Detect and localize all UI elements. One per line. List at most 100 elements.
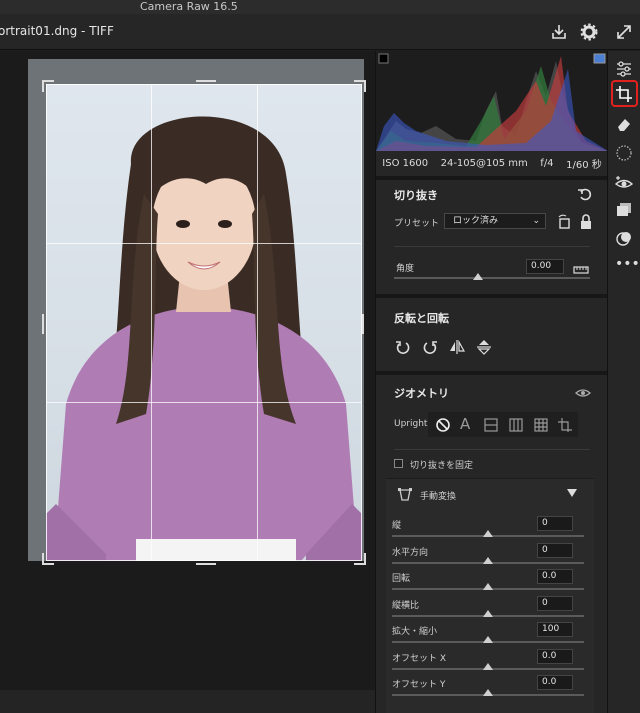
masking-eye-icon[interactable] <box>614 173 634 193</box>
photo-frame <box>28 59 366 565</box>
chevron-down-icon: ⌄ <box>532 216 540 226</box>
transform-slider-label: オフセット X <box>392 653 447 664</box>
upright-off-icon[interactable] <box>434 416 452 434</box>
angle-slider-knob[interactable] <box>473 273 483 280</box>
transform-slider-knob[interactable] <box>483 530 493 537</box>
exif-info: ISO 1600 24-105@105 mm f/4 1/60 秒 <box>376 151 608 176</box>
tool-strip: ••• <box>607 51 640 713</box>
transform-slider-knob[interactable] <box>483 583 493 590</box>
transform-value-field[interactable]: 0.0 <box>537 675 573 690</box>
constrain-crop-label: 切り抜きを固定 <box>410 461 474 471</box>
transform-slider-label: 縦横比 <box>392 600 420 611</box>
transform-slider-label: 縦 <box>392 521 402 531</box>
crop-handle-bottom[interactable] <box>196 563 216 565</box>
crop-grid-line <box>46 402 362 403</box>
transform-value-field[interactable]: 0.0 <box>537 569 573 584</box>
crop-grid-line <box>46 243 362 244</box>
angle-field[interactable]: 0.00 <box>526 259 564 274</box>
highlight-clipping-icon[interactable] <box>593 53 606 64</box>
crop-handle-bottom-left[interactable] <box>42 553 54 565</box>
exif-shutter: 1/60 秒 <box>566 160 602 171</box>
eraser-icon[interactable] <box>614 114 634 134</box>
gear-icon[interactable] <box>579 22 599 42</box>
flip-section-title: 反転と回転 <box>394 312 449 325</box>
transform-slider-label: 水平方向 <box>392 547 429 558</box>
edit-panel: ISO 1600 24-105@105 mm f/4 1/60 秒 切り抜き プ… <box>375 51 608 713</box>
exif-lens: 24-105@105 mm <box>440 158 528 169</box>
geometry-section-title: ジオメトリ <box>394 387 449 400</box>
divider <box>376 294 608 298</box>
exif-iso: ISO 1600 <box>382 158 429 169</box>
flip-vertical-icon[interactable] <box>475 338 493 356</box>
crop-grid-line <box>257 84 258 561</box>
eye-icon[interactable] <box>574 384 592 402</box>
transform-slider-knob[interactable] <box>483 662 493 670</box>
lock-icon[interactable] <box>577 213 595 231</box>
straighten-tool-icon[interactable] <box>572 259 590 277</box>
upright-guided-icon[interactable] <box>556 416 574 434</box>
divider <box>376 371 608 375</box>
upright-full-icon[interactable] <box>532 416 550 434</box>
crop-grid-line <box>151 84 152 561</box>
more-options-icon[interactable]: ••• <box>615 256 640 272</box>
manual-transform-panel: 手動変換 縦 0 水平方向 0 回転 0.0 縦横比 0 拡大・縮小 100 オフセット X 0.0 オ… <box>386 478 594 713</box>
rotate-right-icon[interactable] <box>421 338 439 356</box>
save-icon[interactable] <box>549 22 569 42</box>
shadow-clipping-icon[interactable] <box>378 53 389 64</box>
image-canvas[interactable] <box>0 51 375 713</box>
transform-value-field[interactable]: 0 <box>537 542 573 558</box>
angle-slider[interactable] <box>394 277 590 279</box>
presets-icon[interactable] <box>614 228 634 248</box>
crop-section-title: 切り抜き <box>394 189 438 202</box>
canvas-footer <box>0 690 375 713</box>
snapshots-icon[interactable] <box>614 200 634 220</box>
crop-tool-icon[interactable] <box>614 84 634 104</box>
rotate-crop-icon[interactable] <box>556 213 574 231</box>
collapse-arrow-icon[interactable] <box>567 489 577 497</box>
app-title: Camera Raw 16.5 <box>140 0 238 13</box>
transform-slider-knob[interactable] <box>483 556 493 564</box>
histogram <box>376 51 608 151</box>
exif-aperture: f/4 <box>540 158 554 169</box>
transform-slider-knob[interactable] <box>483 636 493 643</box>
transform-slider-knob[interactable] <box>483 689 493 696</box>
portrait-photo <box>46 84 362 561</box>
preset-value: ロック済み <box>453 216 499 226</box>
transform-slider-knob[interactable] <box>483 609 493 617</box>
transform-slider-label: 拡大・縮小 <box>392 627 438 637</box>
header: ortrait01.dng - TIFF <box>0 14 640 50</box>
crop-handle-bottom-right[interactable] <box>354 553 366 565</box>
angle-label: 角度 <box>396 264 415 274</box>
preset-select[interactable]: ロック済み ⌄ <box>444 213 546 229</box>
transform-value-field[interactable]: 100 <box>537 622 573 637</box>
divider <box>376 176 608 180</box>
transform-slider-label: オフセット Y <box>392 680 446 690</box>
upright-label: Upright <box>394 419 428 429</box>
reset-icon[interactable] <box>576 185 594 203</box>
crop-handle-top-right[interactable] <box>354 80 366 92</box>
title-bar: Camera Raw 16.5 <box>0 0 640 14</box>
expand-icon[interactable] <box>614 22 634 42</box>
constrain-crop-checkbox[interactable] <box>394 459 403 468</box>
rotate-left-icon[interactable] <box>394 338 412 356</box>
flip-horizontal-icon[interactable] <box>448 338 466 356</box>
red-eye-icon[interactable] <box>614 143 634 163</box>
upright-auto-icon[interactable]: A <box>460 415 470 433</box>
upright-level-icon[interactable] <box>482 416 500 434</box>
divider <box>394 449 590 450</box>
transform-icon <box>398 488 412 501</box>
transform-value-field[interactable]: 0 <box>537 595 573 611</box>
divider <box>394 246 590 247</box>
transform-value-field[interactable]: 0 <box>537 516 573 531</box>
crop-handle-top[interactable] <box>196 80 216 82</box>
transform-value-field[interactable]: 0.0 <box>537 648 573 664</box>
crop-handle-left[interactable] <box>42 314 44 334</box>
upright-vertical-icon[interactable] <box>507 416 525 434</box>
crop-handle-top-left[interactable] <box>42 80 54 92</box>
manual-transform-label: 手動変換 <box>420 492 457 502</box>
preset-label: プリセット <box>394 219 440 229</box>
edit-sliders-icon[interactable] <box>614 59 634 79</box>
file-name: ortrait01.dng - TIFF <box>0 24 114 38</box>
crop-handle-right[interactable] <box>362 314 364 334</box>
transform-slider-label: 回転 <box>392 574 411 584</box>
